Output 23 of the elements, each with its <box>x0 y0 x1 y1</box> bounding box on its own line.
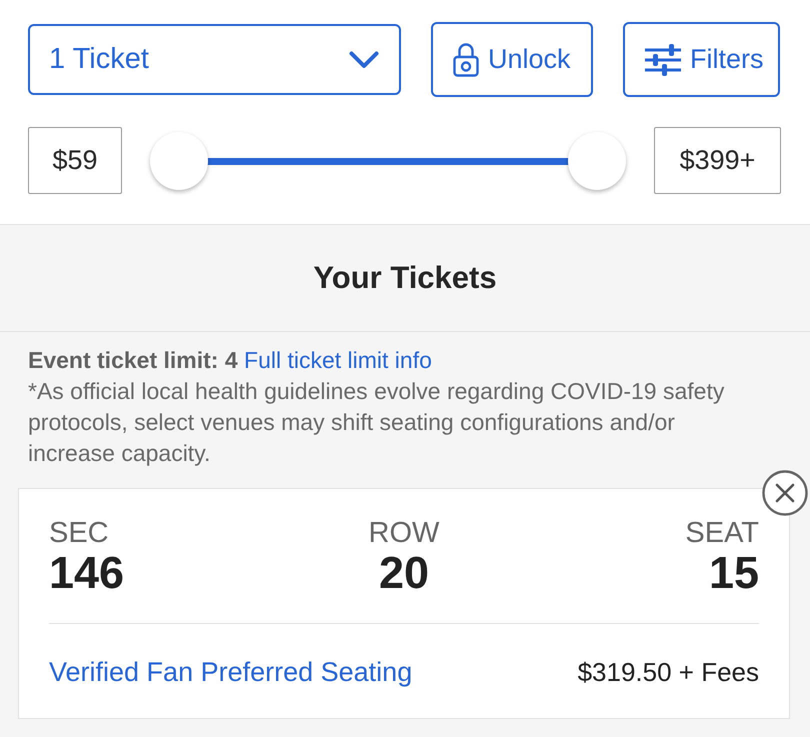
max-price-field[interactable]: $399+ <box>654 127 781 194</box>
disclaimer-text: *As official local health guidelines evolve regarding COVID-19 safety protocols, select venues may shift seating configurations and/or increase capacity. <box>28 377 726 468</box>
ticket-limit-info-link[interactable]: Full ticket limit info <box>244 347 432 373</box>
ticket-limit-text: Event ticket limit: 4 <box>28 347 238 373</box>
seat-label: ROW <box>368 517 440 549</box>
ticket-quantity-dropdown[interactable]: 1 Ticket <box>28 24 401 95</box>
sliders-icon <box>645 42 681 76</box>
slider-thumb[interactable] <box>568 132 626 190</box>
min-price-field[interactable]: $59 <box>28 127 122 194</box>
ticket-price: $319.50 + Fees <box>578 656 759 688</box>
padlock-icon <box>453 42 479 77</box>
seat-value: 15 <box>708 549 759 597</box>
slider-thumb[interactable] <box>150 132 208 190</box>
seat-label: SEC <box>49 517 109 549</box>
seat-value: 20 <box>378 549 430 597</box>
seat-value: 146 <box>49 549 124 597</box>
chevron-down-icon <box>349 50 379 68</box>
offer-type-link[interactable]: Verified Fan Preferred Seating <box>49 656 412 688</box>
section-title: Your Tickets <box>313 260 497 296</box>
close-icon[interactable] <box>762 470 808 516</box>
seat-label: SEAT <box>685 517 759 549</box>
filters-button[interactable]: Filters <box>623 22 780 97</box>
unlock-button[interactable]: Unlock <box>431 22 593 97</box>
